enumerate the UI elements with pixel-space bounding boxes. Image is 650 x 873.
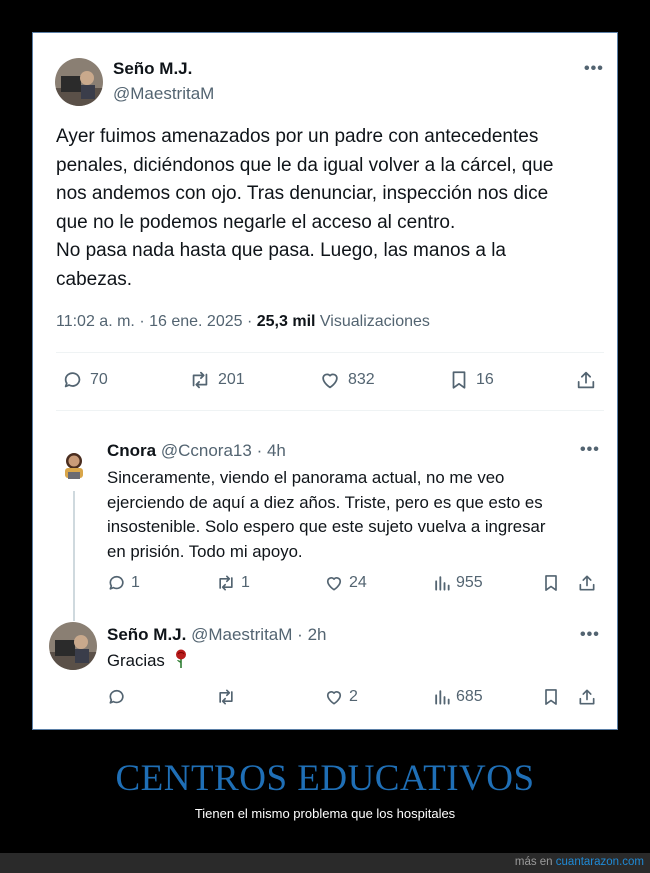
rose-emoji [174,649,188,677]
retweet-icon [219,689,233,705]
views-count: 25,3 mil [256,313,316,330]
retweet-count: 201 [218,371,245,388]
reply2-age[interactable]: 2h [308,625,327,644]
footer-bar: más en cuantarazon.com [0,853,650,873]
retweet-button[interactable]: 201 [188,369,245,391]
reply1-text: Sinceramente, viendo el panorama actual,… [107,466,597,564]
meta-separator: · [256,441,263,460]
site-link[interactable]: cuantarazon.com [556,856,644,868]
caption-title: CENTROS EDUCATIVOS [115,758,535,799]
like-button[interactable]: 832 [318,369,375,391]
heart-icon [326,691,342,705]
main-tweet-text: Ayer fuimos amenazados por un padre con … [56,123,596,295]
tweet-meta: 11:02 a. m. · 16 ene. 2025 · 25,3 mil Vi… [56,313,430,331]
like-button[interactable]: 2 [323,687,358,707]
author-avatar[interactable] [55,58,103,106]
tweet-card: Seño M.J. @MaestritaM ••• Ayer fuimos am… [36,36,614,726]
text-line: ejerciendo de aquí a diez años. Triste, … [107,492,543,512]
divider [56,410,604,411]
author-name[interactable]: Seño M.J. [113,59,192,79]
reply2-handle[interactable]: @MaestritaM [191,625,292,644]
thread-line [73,491,75,621]
bookmark-icon [545,689,557,705]
text-line: Ayer fuimos amenazados por un padre con … [56,126,539,147]
share-button[interactable] [577,687,597,707]
retweet-icon [219,575,233,591]
reply-count: 1 [131,574,140,591]
reply2-text-value: Gracias [107,651,165,670]
more-options-icon[interactable]: ••• [580,626,600,644]
views-chart-icon [435,690,450,705]
bookmark-icon [545,575,557,591]
reply2-text: Gracias [107,649,597,677]
reply1-author[interactable]: Cnora [107,441,156,460]
views-count: 955 [456,574,483,591]
reply1-handle[interactable]: @Ccnora13 [161,441,252,460]
reply-icon [109,689,124,704]
retweet-icon [192,371,208,389]
views-count: 685 [456,688,483,705]
text-line: penales, diciéndonos que le da igual vol… [56,154,554,176]
views-chart-icon [435,576,450,591]
like-button[interactable]: 24 [323,573,367,593]
share-button[interactable] [575,369,597,391]
caption-subtitle: Tienen el mismo problema que los hospita… [194,806,456,821]
author-handle[interactable]: @MaestritaM [113,84,214,104]
share-icon [579,689,595,705]
like-count: 24 [349,574,367,591]
meta-separator: · [246,313,253,330]
like-count: 832 [348,371,375,388]
bookmark-button[interactable]: 16 [448,369,494,391]
reply-avatar[interactable] [49,622,97,670]
reply-button[interactable]: 1 [107,573,140,593]
text-line: cabezas. [56,268,133,290]
reply-icon [64,372,81,388]
views-button[interactable]: 955 [432,573,483,593]
more-options-icon[interactable]: ••• [584,60,604,78]
retweet-count: 1 [241,574,250,591]
bookmark-count: 16 [476,371,494,388]
divider [56,352,604,353]
reply2-header: Seño M.J. @MaestritaM · 2h [107,625,326,645]
views-label: Visualizaciones [319,313,430,330]
tweet-date[interactable]: 16 ene. 2025 [149,313,242,330]
views-button[interactable]: 685 [432,687,483,707]
heart-icon [322,373,338,389]
reply-button[interactable] [107,687,127,707]
footer-text: más en cuantarazon.com [515,856,644,868]
text-line: que no le podemos negarle el acceso al c… [56,211,456,233]
tweet-time[interactable]: 11:02 a. m. [56,313,135,330]
text-line: insostenible. Solo espero que este sujet… [107,517,546,536]
share-icon [579,575,595,591]
bookmark-button[interactable] [541,573,561,593]
retweet-button[interactable]: 1 [215,573,250,593]
text-line: nos andemos con ojo. Tras denunciar, ins… [56,183,549,205]
reply1-age[interactable]: 4h [267,441,286,460]
reply-icon [109,575,124,590]
bookmark-icon [452,371,466,389]
share-icon [577,371,595,389]
reply-avatar[interactable] [56,446,92,482]
meta-separator: · [139,313,145,330]
heart-icon [326,577,342,591]
footer-prefix: más en [514,856,553,868]
reply-button[interactable]: 70 [62,369,108,391]
bookmark-button[interactable] [541,687,561,707]
reply2-author[interactable]: Seño M.J. [107,625,186,644]
like-count: 2 [349,688,358,705]
share-button[interactable] [577,573,597,593]
text-line: en prisión. Todo mi apoyo. [107,541,303,561]
retweet-button[interactable] [215,687,237,707]
reply1-header: Cnora @Ccnora13 · 4h [107,441,286,461]
meta-separator: · [297,625,303,644]
screenshot-frame: Seño M.J. @MaestritaM ••• Ayer fuimos am… [32,32,618,730]
text-line: Sinceramente, viendo el panorama actual,… [107,468,505,487]
text-line: No pasa nada hasta que pasa. Luego, las … [56,240,506,262]
reply-count: 70 [90,371,108,388]
more-options-icon[interactable]: ••• [580,441,600,459]
